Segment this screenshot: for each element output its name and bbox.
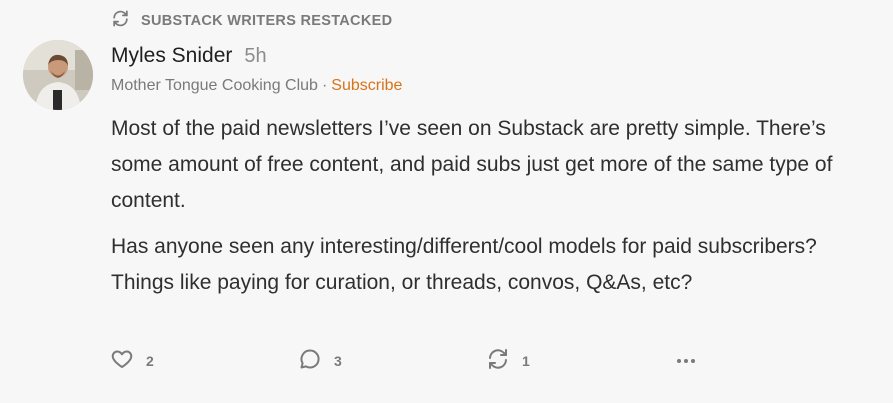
subscribe-link[interactable]: Subscribe (331, 77, 402, 94)
restack-icon (486, 347, 510, 374)
publication-name[interactable]: Mother Tongue Cooking Club (111, 77, 318, 94)
separator-dot: · (321, 77, 328, 94)
avatar[interactable] (23, 40, 93, 110)
restack-count: 1 (522, 352, 530, 369)
comment-icon (298, 347, 322, 374)
author-name[interactable]: Myles Snider (111, 44, 232, 68)
restack-button[interactable]: 1 (486, 347, 530, 374)
restack-label: SUBSTACK WRITERS RESTACKED (141, 12, 393, 29)
post-body[interactable]: Most of the paid newsletters I’ve seen o… (111, 111, 871, 311)
post-paragraph: Most of the paid newsletters I’ve seen o… (111, 117, 833, 212)
restack-banner: SUBSTACK WRITERS RESTACKED (111, 9, 392, 32)
post-timestamp[interactable]: 5h (244, 45, 266, 68)
post-actions: 2 3 1 (0, 347, 893, 377)
comment-count: 3 (334, 352, 342, 369)
more-options-icon[interactable] (676, 351, 696, 369)
heart-icon (110, 347, 134, 374)
like-count: 2 (146, 352, 154, 369)
restack-icon (111, 9, 130, 32)
like-button[interactable]: 2 (110, 347, 154, 374)
post-header: Myles Snider 5h Mother Tongue Cooking Cl… (111, 44, 402, 95)
comment-button[interactable]: 3 (298, 347, 342, 374)
post-paragraph: Has anyone seen any interesting/differen… (111, 235, 817, 294)
